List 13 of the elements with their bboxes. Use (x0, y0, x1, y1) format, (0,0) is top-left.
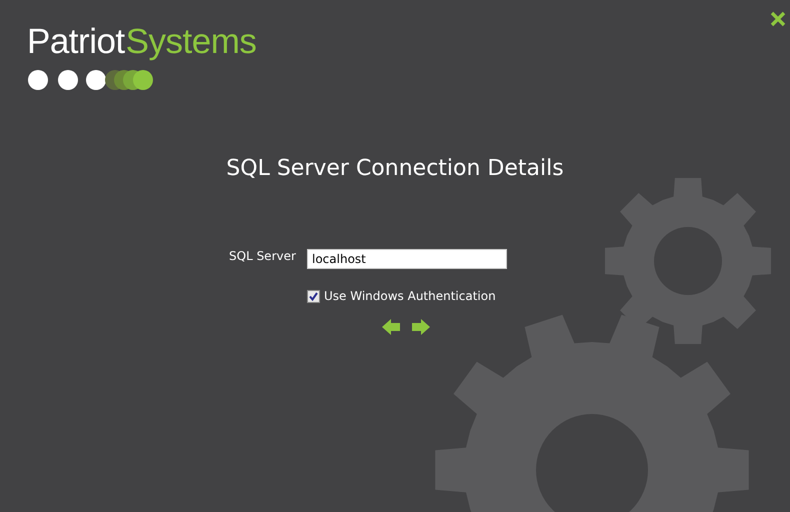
field-label: SQL Server (229, 249, 297, 263)
next-button[interactable] (412, 319, 430, 335)
logo-text: Patriot (27, 22, 125, 62)
right-arrow-icon (412, 319, 430, 335)
page-title: SQL Server Connection Details (225, 156, 565, 181)
left-arrow-icon (382, 319, 400, 335)
sql-server-input[interactable]: localhost (307, 249, 507, 269)
checkbox[interactable] (307, 290, 320, 302)
close-icon (770, 11, 786, 27)
checkbox-label[interactable]: Use Windows Authentication (324, 289, 496, 303)
back-button[interactable] (382, 319, 400, 335)
close-button[interactable] (770, 11, 786, 27)
logo-text: Systems (126, 22, 256, 62)
